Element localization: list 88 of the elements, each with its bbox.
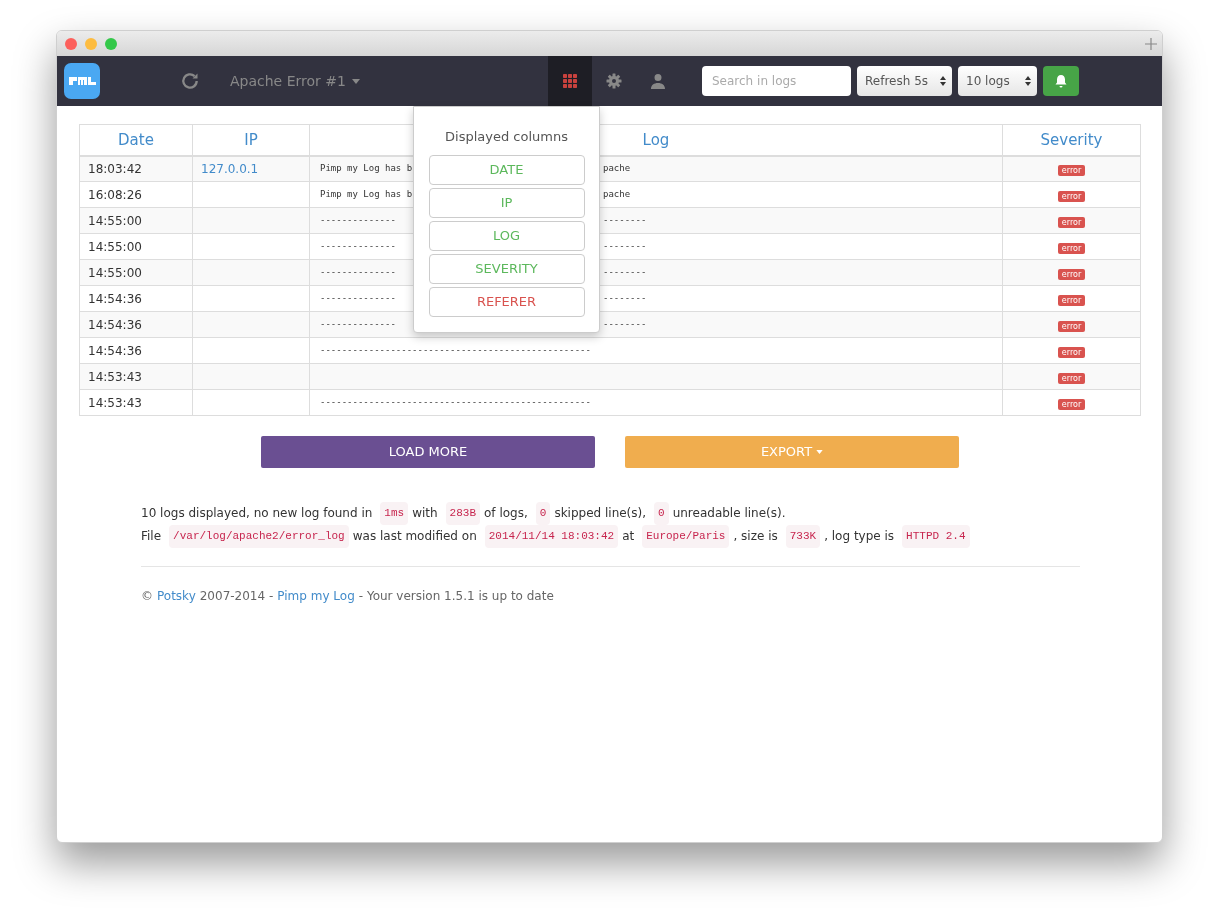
code-value: Europe/Paris [642,525,730,548]
log-text: Pimp my Log has b [320,188,413,199]
log-text: -------- [603,291,647,305]
menu-title: Displayed columns [445,128,568,146]
status-text: at [622,528,635,545]
severity-label: error [1057,372,1086,384]
code-value: 0 [535,502,551,525]
column-toggle[interactable]: REFERER [428,286,585,317]
date-cell: 14:53:43 [88,395,142,410]
column-header[interactable]: Severity [1002,124,1141,156]
user-icon[interactable] [650,73,666,89]
log-text: -------- [603,213,647,227]
status-text: File [141,528,162,545]
status-text: © [141,588,153,605]
severity-label: error [1057,398,1086,410]
log-text: -------------- [320,318,396,329]
column-toggle[interactable]: IP [428,187,585,218]
columns-button[interactable] [548,56,592,106]
log-text: -------- [603,317,647,331]
severity-label: error [1057,294,1086,306]
code-value: 733K [785,525,821,548]
status-text: with [412,505,438,522]
notification-button[interactable] [1043,66,1079,96]
date-cell: 14:55:00 [88,265,142,280]
settings-icon[interactable] [606,73,622,89]
column-toggle[interactable]: SEVERITY [428,253,585,284]
severity-label: error [1057,320,1086,332]
code-value: 1ms [380,502,409,525]
severity-label: error [1057,190,1086,202]
count-select[interactable]: 10 logs [958,66,1037,96]
severity-label: error [1057,164,1086,176]
date-cell: 18:03:42 [88,161,142,176]
severity-label: error [1057,346,1086,358]
refresh-select[interactable]: Refresh 5s [857,66,952,96]
link[interactable]: Potsky [157,587,196,605]
severity-label: error [1057,268,1086,280]
log-text: pache [603,187,631,201]
log-text: -------------- [320,240,396,251]
search-field[interactable]: Search in logs [702,66,851,96]
severity-label: error [1057,216,1086,228]
log-text: -------------- [320,214,396,225]
date-cell: 14:55:00 [88,239,142,254]
status-text: - Your version 1.5.1 is up to date [358,588,554,605]
column-toggle[interactable]: DATE [428,154,585,185]
plus-icon[interactable] [1144,36,1158,51]
caret-icon [351,78,360,84]
date-cell: 14:54:36 [88,291,142,306]
status-text: 10 logs displayed, no new log found in [141,505,373,522]
log-text: pache [603,162,631,175]
status-text: 2007-2014 - [199,588,274,605]
log-text: -------------- [320,266,396,277]
updown-caret-icon [1024,75,1032,87]
link[interactable]: Pimp my Log [277,587,355,605]
export-button[interactable]: EXPORT [625,436,959,468]
status-text: skipped line(s), [554,505,647,522]
code-value: /var/log/apache2/error_log [169,525,349,548]
date-cell: 14:53:43 [88,369,142,384]
log-text: -------------------------------------------------- [320,343,591,357]
log-selector[interactable]: Apache Error #1 [230,70,360,92]
refresh-icon[interactable] [180,71,200,91]
status-text: , log type is [824,528,895,545]
logo-icon[interactable] [64,63,100,99]
load-more-button[interactable]: LOAD MORE [261,436,595,468]
code-value: 283B [445,502,480,525]
log-text: -------- [603,239,647,253]
date-cell: 14:55:00 [88,213,142,228]
log-text: -------------- [320,292,396,303]
column-toggle[interactable]: LOG [428,220,585,251]
column-header[interactable]: IP [192,124,310,156]
code-value: 2014/11/14 18:03:42 [484,525,619,548]
code-value: 0 [654,502,669,525]
status-text: of logs, [484,505,528,522]
severity-label: error [1057,242,1086,254]
status-text: was last modified on [352,528,477,545]
code-value: HTTPD 2.4 [902,525,970,548]
log-text: -------------------------------------------------- [320,395,591,409]
caret-icon [816,450,824,454]
status-text: , size is [733,528,778,545]
grid-icon [563,74,577,88]
bell-icon [1054,74,1068,88]
updown-caret-icon [939,75,947,87]
log-text: -------- [603,265,647,279]
status-text: unreadable line(s). [672,505,786,522]
column-header[interactable]: Date [79,124,193,156]
date-cell: 14:54:36 [88,317,142,332]
date-cell: 16:08:26 [88,187,142,202]
date-cell: 14:54:36 [88,343,142,358]
log-text: Pimp my Log has b [320,163,413,173]
